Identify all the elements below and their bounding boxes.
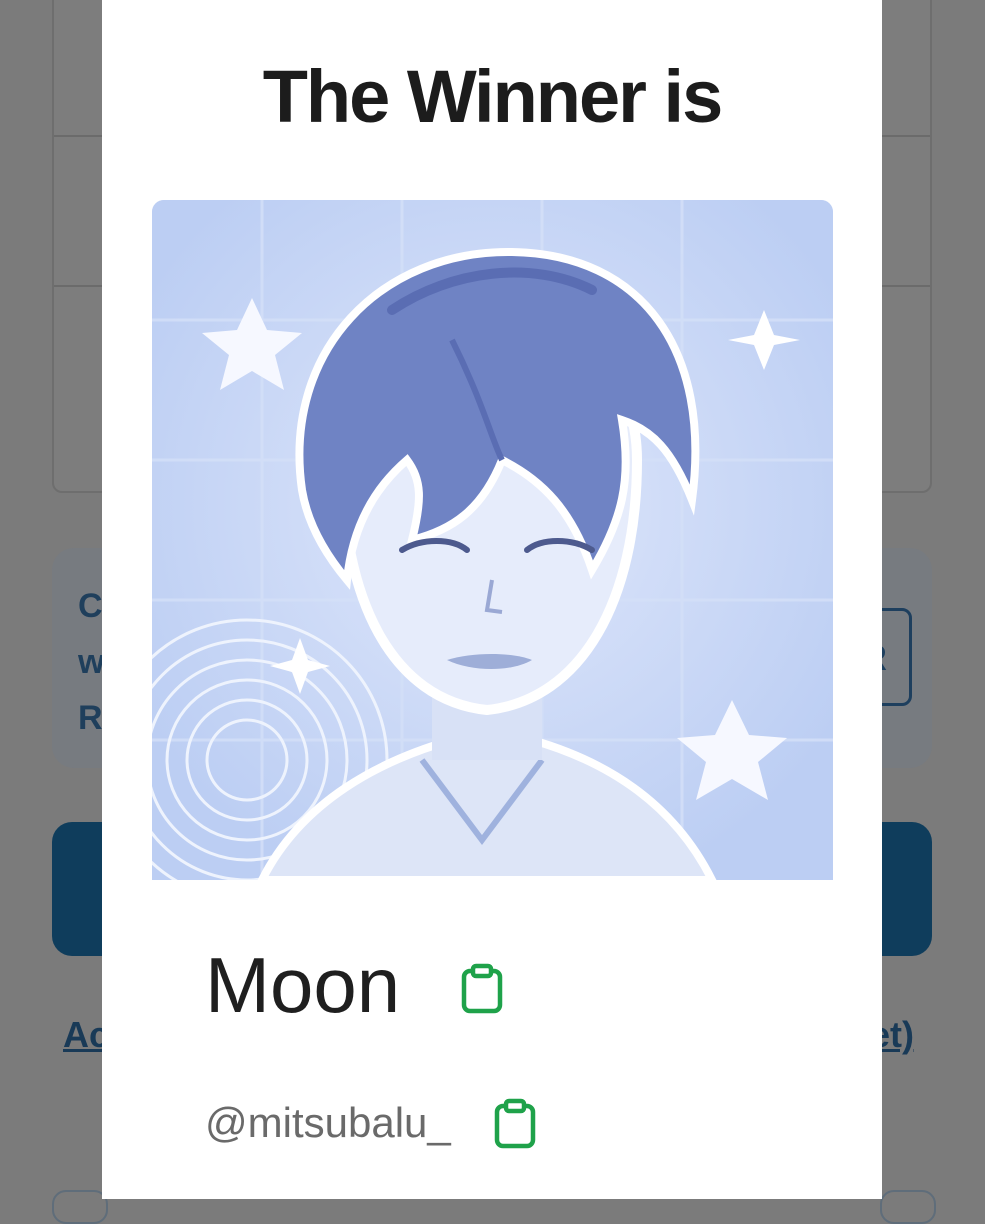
copy-handle-button[interactable] bbox=[493, 1098, 537, 1155]
avatar-illustration bbox=[152, 200, 833, 880]
winner-name-row: Moon bbox=[205, 940, 504, 1031]
winner-handle: @mitsubalu_ bbox=[205, 1098, 451, 1146]
copy-name-button[interactable] bbox=[460, 963, 504, 1020]
background-link-left: Ac bbox=[63, 1014, 103, 1055]
winner-modal: The Winner is Moon @mitsubalu_ bbox=[102, 0, 882, 1199]
winner-name: Moon bbox=[205, 941, 401, 1029]
modal-title: The Winner is bbox=[262, 55, 724, 138]
clipboard-icon bbox=[461, 963, 503, 1014]
winner-avatar-image bbox=[152, 200, 833, 880]
clipboard-icon bbox=[494, 1098, 535, 1149]
background-bottom-element bbox=[880, 1190, 936, 1224]
winner-handle-row: @mitsubalu_ bbox=[205, 1090, 537, 1155]
background-bottom-element bbox=[52, 1190, 108, 1224]
